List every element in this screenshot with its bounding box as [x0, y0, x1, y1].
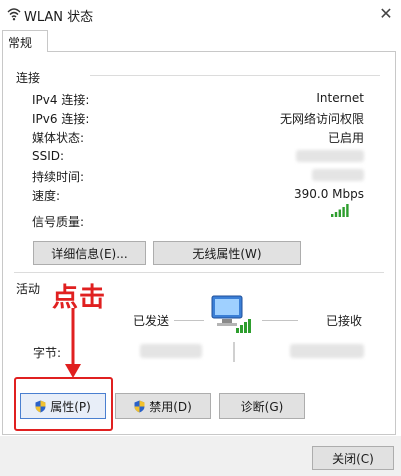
media-state-label: 媒体状态: [32, 131, 85, 145]
activity-heading: 活动 [16, 282, 41, 296]
signal-bars-icon [331, 204, 349, 217]
bytes-divider [233, 342, 235, 362]
signal-quality-label: 信号质量: [32, 215, 85, 229]
diagnose-button[interactable]: 诊断(G) [219, 393, 305, 419]
media-state-value: 已启用 [327, 131, 364, 145]
disable-button-label: 禁用(D) [149, 399, 192, 414]
connection-heading: 连接 [16, 71, 41, 85]
ipv6-value: 无网络访问权限 [279, 112, 364, 126]
annotation-arrow [65, 308, 81, 378]
section-divider [14, 272, 384, 273]
ipv4-label: IPv4 连接: [32, 93, 90, 107]
ipv4-value: Internet [316, 91, 364, 105]
ipv6-label: IPv6 连接: [32, 112, 90, 126]
duration-value-redacted [312, 169, 364, 181]
close-button[interactable]: 关闭(C) [312, 446, 394, 470]
received-label: 已接收 [326, 314, 363, 328]
tab-general-label: 常规 [8, 36, 33, 50]
bytes-sent-redacted [140, 344, 202, 358]
sent-line [174, 320, 204, 321]
properties-button-label: 属性(P) [50, 399, 91, 414]
connection-divider [90, 75, 380, 76]
title-bar: WLAN 状态 ✕ [0, 0, 401, 30]
tab-general[interactable]: 常规 [2, 30, 48, 52]
uac-shield-icon [35, 400, 46, 412]
sent-label: 已发送 [133, 314, 170, 328]
bytes-received-redacted [290, 344, 364, 358]
details-button[interactable]: 详细信息(E)... [33, 241, 146, 265]
duration-label: 持续时间: [32, 170, 85, 184]
network-computers-icon [211, 295, 251, 333]
speed-label: 速度: [32, 189, 61, 203]
wireless-properties-button[interactable]: 无线属性(W) [153, 241, 301, 265]
speed-value: 390.0 Mbps [293, 187, 364, 201]
window-title: WLAN 状态 [24, 10, 94, 25]
disable-button[interactable]: 禁用(D) [115, 393, 211, 419]
ssid-label: SSID: [32, 149, 65, 163]
properties-button[interactable]: 属性(P) [20, 393, 106, 419]
received-line [262, 320, 298, 321]
uac-shield-icon [134, 400, 145, 412]
ssid-value-redacted [296, 150, 364, 162]
close-icon[interactable]: ✕ [376, 4, 396, 24]
wifi-icon [7, 8, 21, 21]
bytes-label: 字节: [33, 346, 62, 360]
